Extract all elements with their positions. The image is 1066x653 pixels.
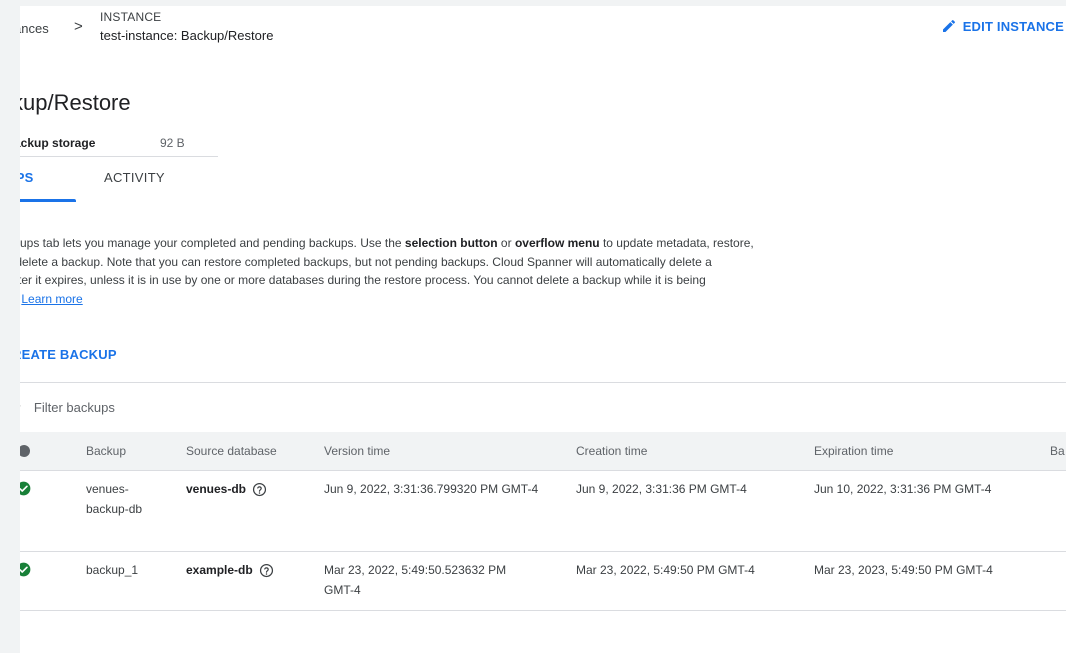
description-line-4: d. Learn more [20, 290, 918, 309]
backup-storage-summary: ackup storage 92 B [20, 132, 218, 157]
pencil-icon [942, 19, 955, 32]
page-title: kup/Restore [20, 90, 131, 115]
backup-storage-value: 92 B [160, 136, 185, 150]
creation-time: Jun 9, 2022, 3:31:36 PM GMT-4 [576, 482, 747, 496]
column-version-time[interactable]: Version time [324, 444, 390, 458]
tab-backups[interactable]: UPS [20, 170, 76, 202]
version-time: Mar 23, 2022, 5:49:50.523632 PM GMT-4 [324, 563, 507, 597]
column-truncated[interactable]: Ba [1050, 444, 1065, 458]
column-creation-time[interactable]: Creation time [576, 444, 647, 458]
backup-name[interactable]: backup_1 [86, 560, 166, 580]
description-line-2: r delete a backup. Note that you can res… [20, 254, 712, 269]
creation-time: Mar 23, 2022, 5:49:50 PM GMT-4 [576, 563, 755, 577]
learn-more-link[interactable]: Learn more [21, 292, 82, 306]
backups-description: ckups tab lets you manage your completed… [20, 234, 918, 308]
status-column-icon [20, 445, 30, 457]
version-time: Jun 9, 2022, 3:31:36.799320 PM GMT-4 [324, 482, 539, 496]
backup-storage-label: ackup storage [20, 136, 96, 150]
breadcrumb-instance-label: INSTANCE [100, 10, 162, 24]
column-backup[interactable]: Backup [86, 444, 126, 458]
expiration-time: Mar 23, 2023, 5:49:50 PM GMT-4 [814, 563, 993, 577]
description-line-3: after it expires, unless it is in use by… [20, 273, 706, 287]
breadcrumb-current-page: test-instance: Backup/Restore [100, 28, 274, 43]
source-database-name[interactable]: venues-db [186, 479, 246, 499]
filter-bar: er [20, 400, 334, 415]
section-divider [20, 382, 1066, 383]
source-database-name[interactable]: example-db [186, 560, 253, 580]
table-header: Backup Source database Version time Crea… [20, 432, 1066, 471]
source-database: venues-db [186, 479, 267, 499]
help-icon[interactable] [259, 563, 274, 578]
top-bar: ances > INSTANCE test-instance: Backup/R… [20, 6, 1066, 54]
check-circle-icon [20, 562, 31, 577]
tab-activity[interactable]: ACTIVITY [104, 170, 194, 202]
breadcrumb-separator: > [74, 18, 83, 35]
help-icon[interactable] [252, 482, 267, 497]
edit-instance-button[interactable]: EDIT INSTANCE [941, 18, 1064, 34]
column-expiration-time[interactable]: Expiration time [814, 444, 893, 458]
description-line-1: ckups tab lets you manage your completed… [20, 236, 754, 250]
check-circle-icon [20, 481, 31, 496]
create-backup-button[interactable]: REATE BACKUP [20, 347, 117, 362]
expiration-time: Jun 10, 2022, 3:31:36 PM GMT-4 [814, 482, 992, 496]
edit-instance-label: EDIT INSTANCE [962, 18, 1064, 34]
column-source-database[interactable]: Source database [186, 444, 277, 458]
filter-backups-input[interactable] [33, 400, 334, 415]
backup-name[interactable]: venues-backup-db [86, 479, 146, 519]
table-row[interactable]: backup_1 example-db Mar 23, 2022, 5:49:5… [20, 552, 1066, 611]
breadcrumb-instances-link[interactable]: ances [20, 21, 49, 36]
source-database: example-db [186, 560, 274, 580]
backup-restore-panel: ances > INSTANCE test-instance: Backup/R… [20, 6, 1066, 653]
table-row[interactable]: venues-backup-db venues-db Jun 9, 2022, … [20, 471, 1066, 552]
